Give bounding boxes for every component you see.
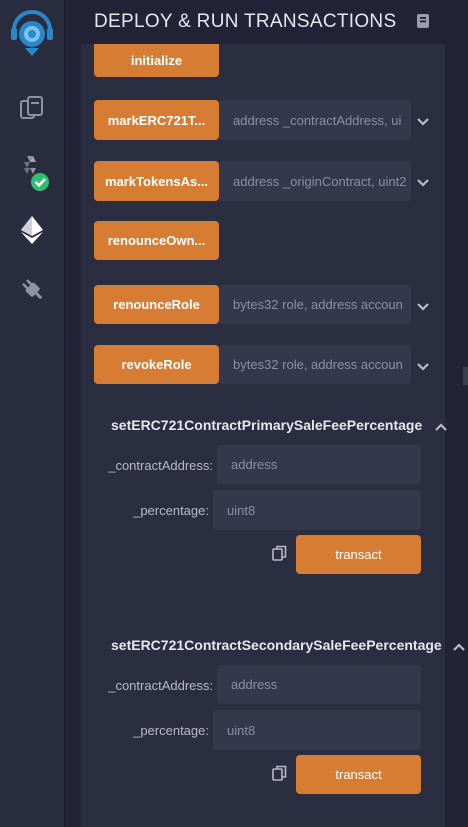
secondary-sale-fee-title: setERC721ContractSecondarySaleFeePercent… [111,637,442,653]
chevron-up-icon[interactable] [452,639,466,657]
solidity-compiler-icon[interactable] [0,152,64,192]
copy-icon[interactable] [272,765,287,787]
renounce-role-button[interactable]: renounceRole [94,285,219,324]
deploy-run-panel: DEPLOY & RUN TRANSACTIONS initialize mar… [65,0,468,827]
deploy-run-icon[interactable] [0,215,64,245]
revoke-role-button[interactable]: revokeRole [94,345,219,384]
page-title: DEPLOY & RUN TRANSACTIONS [94,11,397,32]
percentage-input[interactable]: uint8 [213,490,421,530]
contract-address-input[interactable]: address [217,665,421,704]
transact-button[interactable]: transact [296,535,421,574]
contract-address-label: _contractAddress: [108,458,213,473]
mark-tokens-button[interactable]: markTokensAs... [94,161,219,201]
percentage-label: _percentage: [133,503,209,518]
contract-functions-panel: initialize markERC721T... address _contr… [81,44,465,827]
chevron-up-icon[interactable] [434,419,448,437]
scrollbar[interactable] [463,367,468,385]
chevron-down-icon[interactable] [416,114,430,132]
revoke-role-args-input[interactable]: bytes32 role, address accoun [219,345,411,384]
renounce-role-args-input[interactable]: bytes32 role, address accoun [219,285,411,324]
mark-tokens-args-input[interactable]: address _originContract, uint2 [219,161,411,201]
percentage-input[interactable]: uint8 [213,710,421,750]
panel-header: DEPLOY & RUN TRANSACTIONS [65,0,468,44]
chevron-down-icon[interactable] [416,175,430,193]
initialize-button[interactable]: initialize [94,44,219,77]
file-explorer-icon[interactable] [0,95,64,123]
book-icon[interactable] [416,13,430,34]
mark-erc721-args-input[interactable]: address _contractAddress, ui [219,100,411,140]
percentage-label: _percentage: [133,723,209,738]
chevron-down-icon[interactable] [416,359,430,377]
icon-sidebar [0,0,65,827]
primary-sale-fee-title: setERC721ContractPrimarySaleFeePercentag… [111,417,423,433]
chevron-down-icon[interactable] [416,299,430,317]
transact-button[interactable]: transact [296,755,421,794]
contract-address-label: _contractAddress: [108,678,213,693]
contract-address-input[interactable]: address [217,445,421,484]
mark-erc721-button[interactable]: markERC721T... [94,100,219,140]
logo-icon[interactable] [0,10,64,58]
plugin-manager-icon[interactable] [0,275,64,303]
copy-icon[interactable] [272,545,287,567]
renounce-ownership-button[interactable]: renounceOwn... [94,221,219,260]
